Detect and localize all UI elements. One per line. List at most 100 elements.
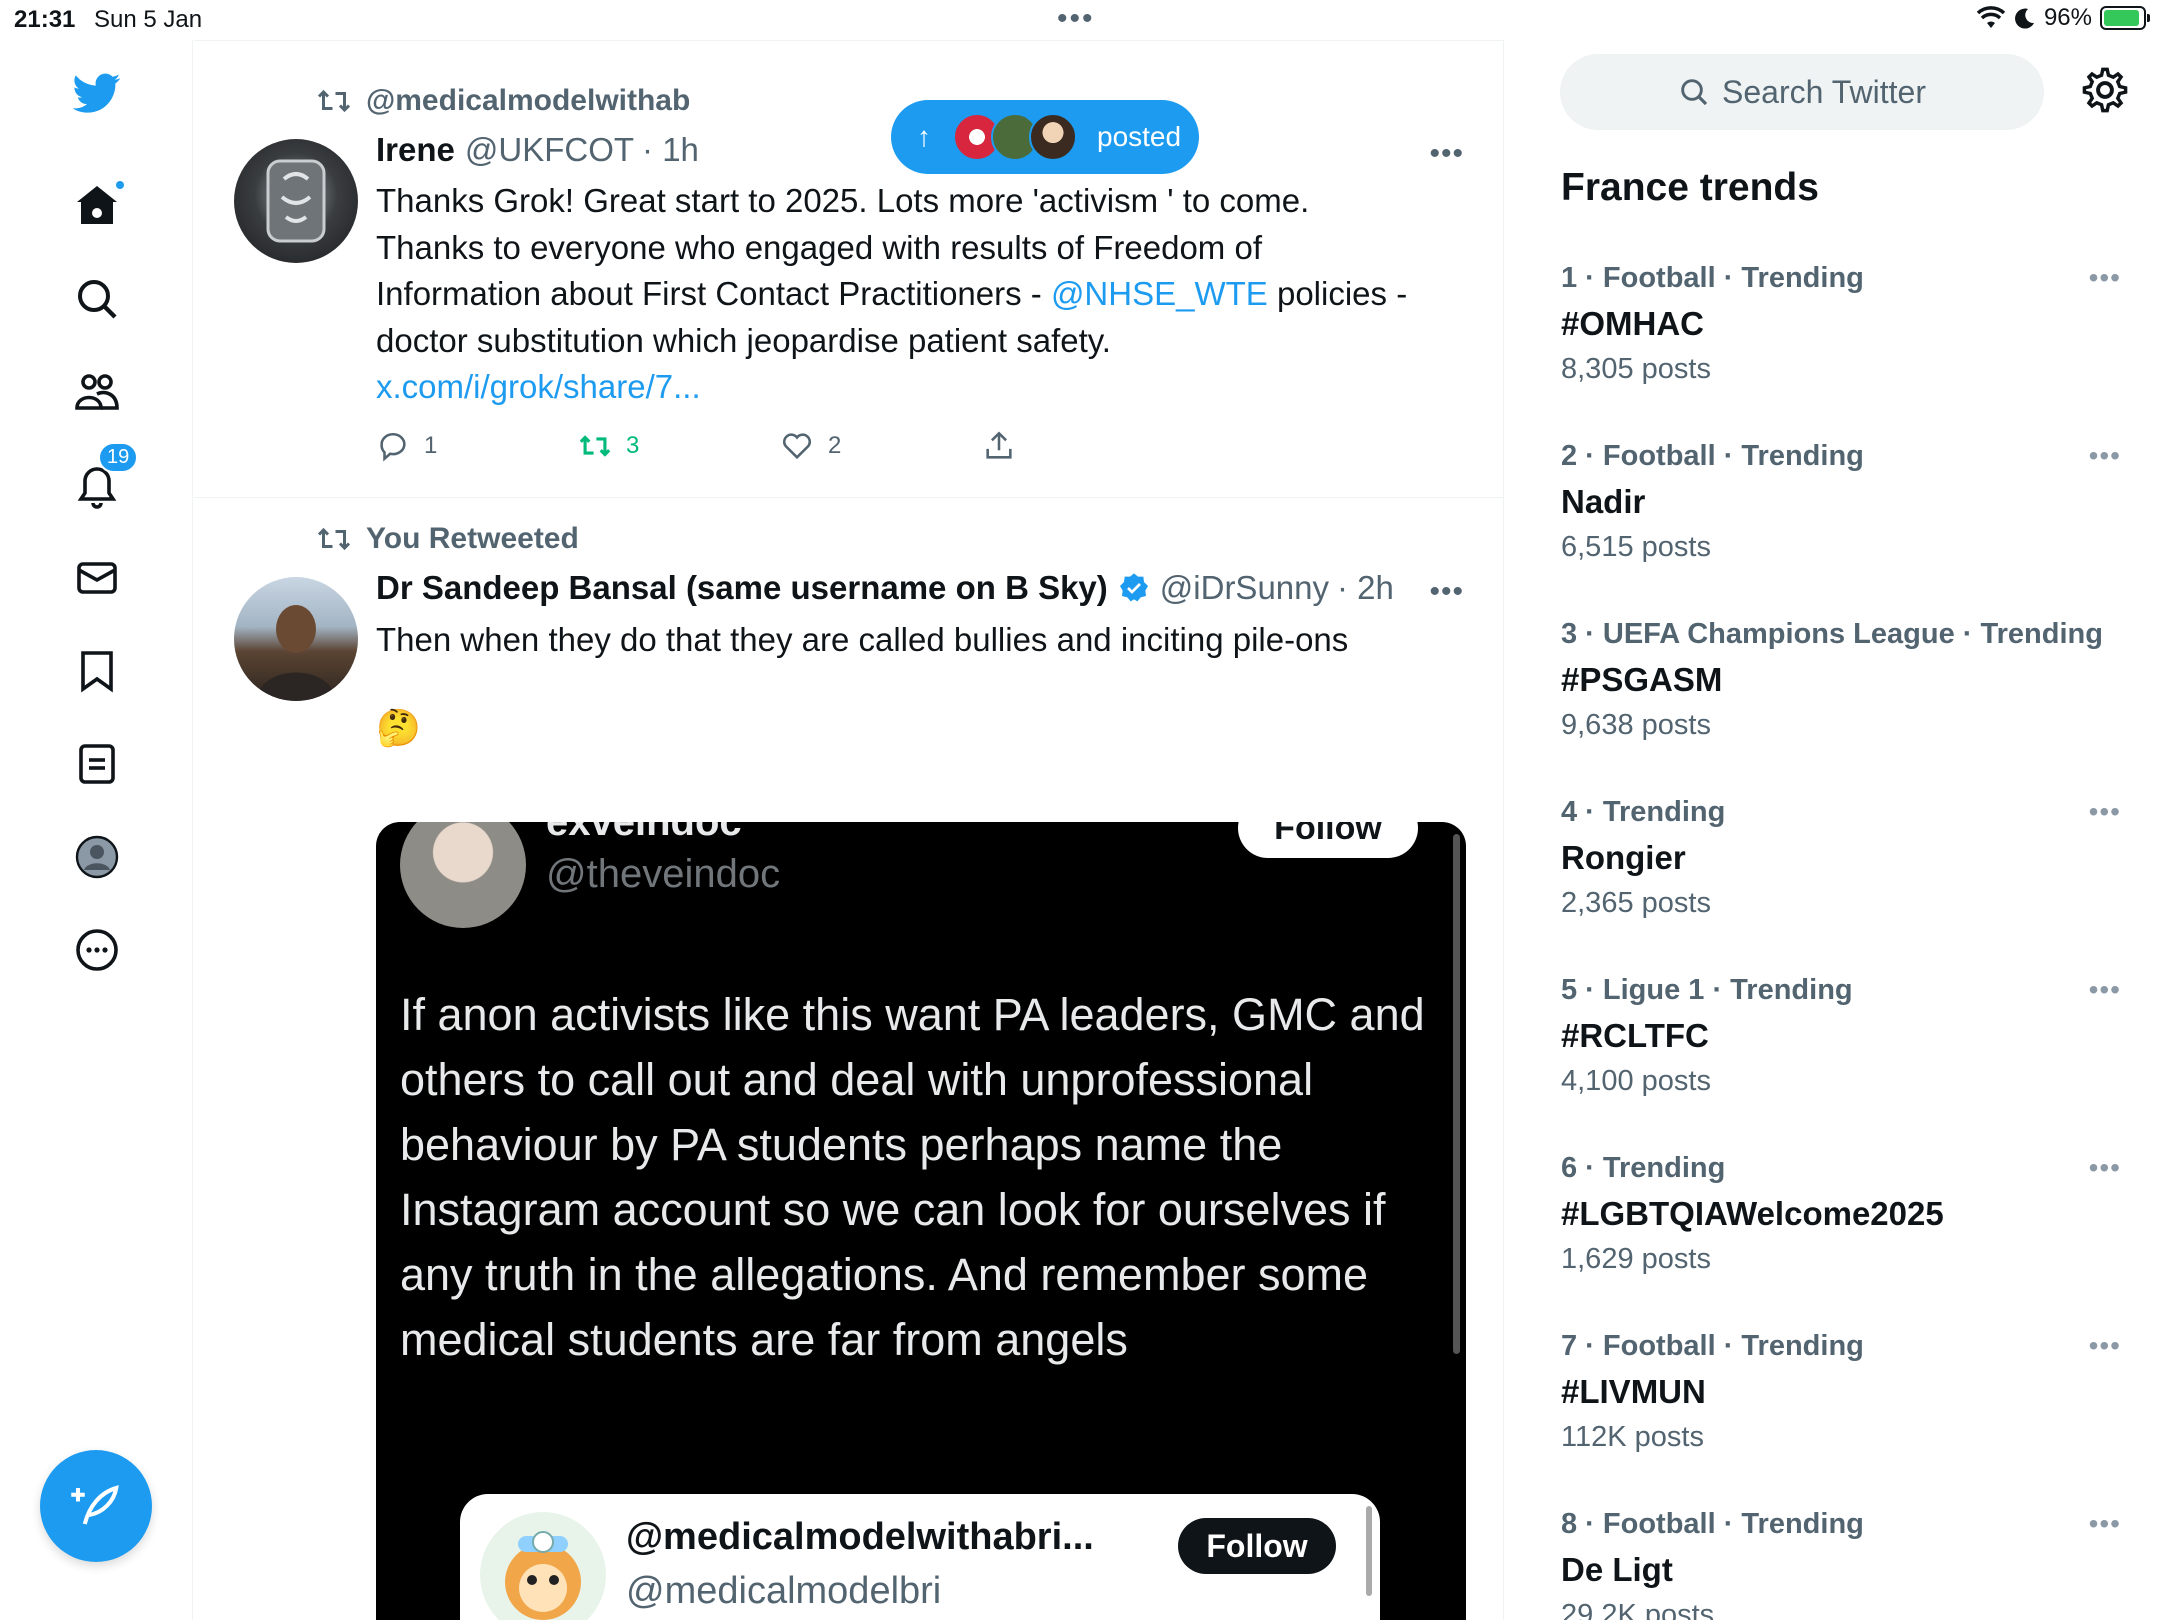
trend-more-button[interactable]: ••• (2089, 1152, 2121, 1184)
tweet[interactable]: @medicalmodelwithab Irene @UKFCOT · 1h •… (194, 40, 1503, 498)
trend-name: #LIVMUN (1561, 1373, 1706, 1410)
embedded-quote-text: If anon activists like this want PA lead… (400, 989, 1425, 1365)
multitasking-dots[interactable]: ••• (1057, 2, 1095, 36)
embedded-follow-button: Follow (1238, 822, 1418, 858)
trends-title: France trends (1561, 166, 1819, 209)
trend-meta: 1 · Football · Trending (1561, 262, 1864, 294)
home-unread-dot (114, 179, 126, 191)
context-text[interactable]: @medicalmodelwithab (366, 84, 690, 118)
author-handle[interactable]: @iDrSunny (1160, 569, 1329, 607)
tweet-context: You Retweeted (316, 521, 579, 557)
trend-item[interactable]: 3 · UEFA Champions League · Trending #PS… (1561, 618, 2121, 742)
tweet-actions: 1 3 2 (376, 429, 1184, 463)
notifications-badge: 19 (98, 442, 139, 473)
like-button[interactable]: 2 (780, 429, 982, 463)
tweet-text: Thanks Grok! Great start to 2025. Lots m… (376, 178, 1456, 411)
nav-bookmarks[interactable] (62, 636, 132, 706)
compose-tweet-button[interactable] (40, 1450, 152, 1562)
new-posts-pill[interactable]: ↑ posted (891, 100, 1199, 174)
envelope-icon (77, 562, 117, 594)
tweet-text-span: Information about First Contact Practiti… (376, 275, 1051, 312)
reply-button[interactable]: 1 (376, 429, 578, 463)
trend-meta: 2 · Football · Trending (1561, 440, 1864, 472)
tweet-author: Irene @UKFCOT · 1h (376, 131, 699, 169)
trend-item[interactable]: 2 · Football · Trending Nadir 6,515 post… (1561, 440, 2121, 564)
search-icon (78, 280, 117, 319)
like-count: 2 (828, 432, 842, 459)
share-button[interactable] (982, 429, 1184, 463)
trend-more-button[interactable]: ••• (2089, 1330, 2121, 1362)
right-sidebar: Search Twitter France trends 1 · Footbal… (1505, 40, 2160, 1620)
timeline[interactable]: @medicalmodelwithab Irene @UKFCOT · 1h •… (194, 40, 1504, 1620)
card-scrollbar (1366, 1506, 1372, 1596)
tweet-time[interactable]: · 2h (1337, 569, 1394, 607)
author-name[interactable]: Irene (376, 131, 455, 169)
feather-plus-icon (71, 1485, 119, 1525)
author-handle[interactable]: @UKFCOT (465, 131, 634, 169)
nav-messages[interactable] (62, 543, 132, 613)
wifi-icon (1976, 6, 2006, 28)
arrow-up-icon: ↑ (917, 121, 931, 152)
avatar[interactable] (234, 577, 358, 701)
author-name[interactable]: Dr Sandeep Bansal (same username on B Sk… (376, 569, 1108, 607)
share-icon (986, 431, 1012, 459)
trend-more-button[interactable]: ••• (2089, 974, 2121, 1006)
status-date: Sun 5 Jan (94, 6, 203, 33)
status-indicators: 96% (1976, 4, 2150, 32)
avatar (1029, 113, 1077, 161)
reply-icon (380, 433, 406, 462)
trend-posts: 2,365 posts (1561, 887, 1711, 919)
tweet-more-button[interactable]: ••• (1429, 137, 1464, 171)
trend-name: #PSGASM (1561, 661, 1723, 698)
trend-item[interactable]: 6 · Trending #LGBTQIAWelcome2025 1,629 p… (1561, 1152, 2121, 1276)
moon-icon (2014, 8, 2034, 29)
tweet-context: @medicalmodelwithab (316, 83, 690, 119)
trend-more-button[interactable]: ••• (2089, 1508, 2121, 1540)
trend-item[interactable]: 4 · Trending Rongier 2,365 posts ••• (1561, 796, 2121, 920)
trend-item[interactable]: 7 · Football · Trending #LIVMUN 112K pos… (1561, 1330, 2121, 1454)
search-placeholder: Search Twitter (1722, 73, 1926, 110)
retweet-button[interactable]: 3 (578, 429, 780, 463)
nav-communities[interactable] (62, 357, 132, 427)
twitter-logo-icon[interactable] (62, 58, 132, 128)
nav-notifications[interactable]: 19 (62, 442, 139, 520)
trend-item[interactable]: 8 · Football · Trending De Ligt 29.2K po… (1561, 1508, 2121, 1620)
tweet-media-image[interactable]: exveindoc @theveindoc Follow If anon act… (376, 822, 1466, 1620)
trend-more-button[interactable]: ••• (2089, 796, 2121, 828)
trend-posts: 29.2K posts (1561, 1599, 1715, 1620)
mention-link[interactable]: @NHSE_WTE (1051, 275, 1268, 312)
trend-more-button[interactable]: ••• (2089, 262, 2121, 294)
tweet-url-link[interactable]: x.com/i/grok/share/7... (376, 364, 1456, 411)
nav-more[interactable] (62, 915, 132, 985)
nav-explore[interactable] (62, 264, 132, 334)
embedded-handle: @theveindoc (546, 852, 781, 896)
trend-meta: 6 · Trending (1561, 1152, 1726, 1184)
tweet-time[interactable]: · 1h (642, 131, 699, 169)
trend-posts: 112K posts (1561, 1421, 1704, 1453)
nav-profile[interactable] (62, 822, 132, 892)
tweet-more-button[interactable]: ••• (1429, 575, 1464, 609)
battery-icon (2100, 6, 2150, 30)
card-handle: @medicalmodelbri (626, 1570, 942, 1612)
status-bar: 21:31 Sun 5 Jan ••• 96% (0, 0, 2160, 40)
tweet-text-line: Thanks to everyone who engaged with resu… (376, 228, 1262, 266)
tweet-text-line: Information about First Contact Practiti… (376, 271, 1456, 318)
nav-lists[interactable] (62, 729, 132, 799)
trend-item[interactable]: 1 · Football · Trending #OMHAC 8,305 pos… (1561, 262, 2121, 386)
trend-more-button[interactable]: ••• (2089, 440, 2121, 472)
trend-posts: 9,638 posts (1561, 709, 1711, 741)
nav-home[interactable] (62, 171, 132, 241)
embedded-scrollbar (1453, 834, 1460, 1354)
status-time: 21:31 (14, 6, 76, 33)
bookmark-icon (81, 651, 113, 693)
trend-posts: 8,305 posts (1561, 353, 1711, 385)
tweet-text-line: Thanks Grok! Great start to 2025. Lots m… (376, 182, 1310, 219)
trend-meta: 3 · UEFA Champions League · Trending (1561, 618, 2103, 650)
embedded-profile-card: @medicalmodelwithabri... @medicalmodelbr… (460, 1494, 1380, 1620)
search-field[interactable]: Search Twitter (1560, 54, 2044, 130)
gear-icon[interactable] (2079, 64, 2131, 116)
trend-item[interactable]: 5 · Ligue 1 · Trending #RCLTFC 4,100 pos… (1561, 974, 2121, 1098)
profile-avatar-icon (75, 835, 119, 879)
embedded-name: exveindoc (546, 822, 742, 844)
avatar[interactable] (234, 139, 358, 263)
